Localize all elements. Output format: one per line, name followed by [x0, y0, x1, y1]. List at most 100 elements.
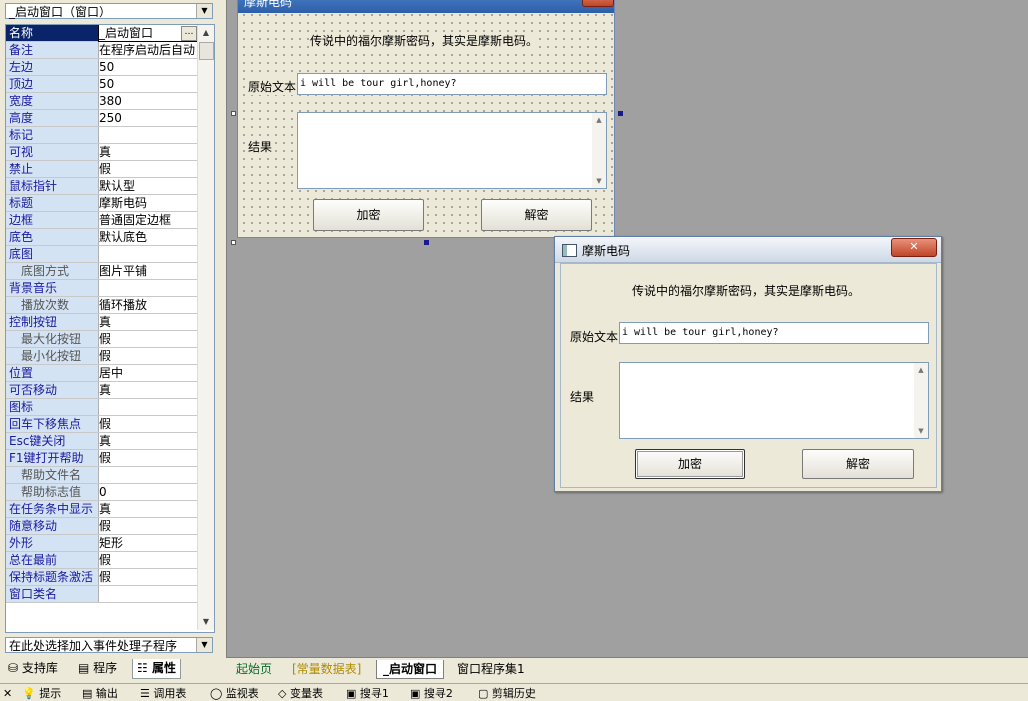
decrypt-button[interactable]: 解密 [802, 449, 914, 479]
design-form[interactable]: 摩斯电码 ✕ 传说中的福尔摩斯密码，其实是摩斯电码。 原始文本 i will b… [237, 0, 615, 238]
run-window[interactable]: 摩斯电码 ✕ 传说中的福尔摩斯密码，其实是摩斯电码。 原始文本 i will b… [554, 236, 942, 492]
scroll-down-icon[interactable]: ▼ [914, 424, 928, 438]
tab-constant-table[interactable]: [常量数据表] [286, 660, 367, 678]
tab-startup-window[interactable]: _启动窗口 [376, 660, 445, 679]
property-value[interactable]: 假 [99, 450, 197, 466]
property-row[interactable]: 最小化按钮假 [6, 348, 197, 365]
property-value[interactable]: 50 [99, 59, 197, 75]
property-row[interactable]: 播放次数 循环播放 [6, 297, 197, 314]
design-form-titlebar[interactable]: 摩斯电码 ✕ [238, 0, 614, 13]
tab-support-library[interactable]: ⛁ 支持库 [4, 659, 62, 678]
property-value[interactable]: 居中 [99, 365, 197, 381]
scroll-down-icon[interactable]: ▼ [592, 174, 606, 188]
property-value[interactable]: 普通固定边框 [99, 212, 197, 228]
property-value[interactable]: 0 [99, 484, 197, 500]
property-value[interactable]: 假 [99, 416, 197, 432]
property-value[interactable]: 循环播放 [99, 297, 197, 313]
property-value[interactable]: 380 [99, 93, 197, 109]
property-row[interactable]: 背景音乐 [6, 280, 197, 297]
property-row[interactable]: 图标 [6, 399, 197, 416]
property-row[interactable]: 在任务条中显示真 [6, 501, 197, 518]
object-selector[interactable]: _启动窗口（窗口） ▼ [5, 3, 213, 19]
property-value[interactable] [99, 467, 197, 483]
property-row[interactable]: 可视真 [6, 144, 197, 161]
tab-clip-history[interactable]: ▢ 剪辑历史 [478, 686, 536, 701]
tab-search-1[interactable]: ▣ 搜寻1 [346, 686, 389, 701]
result-scrollbar[interactable]: ▲ ▼ [914, 363, 928, 438]
result-textarea[interactable]: ▲ ▼ [297, 112, 607, 189]
event-selector[interactable]: 在此处选择加入事件处理子程序 ▼ [5, 637, 213, 653]
result-label[interactable]: 结果 [248, 138, 273, 155]
property-value[interactable] [99, 586, 197, 602]
property-row[interactable]: 可否移动真 [6, 382, 197, 399]
encrypt-button[interactable]: 加密 [313, 199, 424, 231]
property-value[interactable]: 真 [99, 433, 197, 449]
property-row[interactable]: 帮助标志值 0 [6, 484, 197, 501]
close-icon[interactable]: ✕ [582, 0, 614, 7]
tab-variables[interactable]: ◇ 变量表 [278, 686, 323, 701]
property-row[interactable]: 最大化按钮假 [6, 331, 197, 348]
property-value[interactable]: 真 [99, 501, 197, 517]
result-textarea[interactable]: ▲ ▼ [619, 362, 929, 439]
property-row[interactable]: 标记 [6, 127, 197, 144]
property-row[interactable]: 总在最前假 [6, 552, 197, 569]
scroll-thumb[interactable] [199, 42, 214, 60]
tab-search-2[interactable]: ▣ 搜寻2 [410, 686, 453, 701]
property-value[interactable] [99, 399, 197, 415]
scroll-up-icon[interactable]: ▲ [914, 363, 928, 377]
property-value[interactable]: 假 [99, 518, 197, 534]
property-row[interactable]: 底图 [6, 246, 197, 263]
property-value[interactable]: 假 [99, 331, 197, 347]
property-value[interactable]: 真 [99, 144, 197, 160]
property-value[interactable]: 默认型 [99, 178, 197, 194]
tab-start-page[interactable]: 起始页 [230, 660, 278, 678]
source-text-input[interactable]: i will be tour girl,honey? [297, 73, 607, 95]
tab-tips[interactable]: 💡 提示 [22, 686, 61, 701]
property-value[interactable]: 假 [99, 161, 197, 177]
property-row[interactable]: 帮助文件名 [6, 467, 197, 484]
property-value[interactable] [99, 280, 197, 296]
property-value[interactable]: 默认底色 [99, 229, 197, 245]
property-row[interactable]: 顶边 50 [6, 76, 197, 93]
property-row[interactable]: F1键打开帮助假 [6, 450, 197, 467]
property-row[interactable]: 鼠标指针 默认型 [6, 178, 197, 195]
scroll-up-icon[interactable]: ▲ [198, 25, 214, 41]
property-row[interactable]: 底色 默认底色 [6, 229, 197, 246]
property-value[interactable]: 50 [99, 76, 197, 92]
tab-properties[interactable]: ☷ 属性 [132, 659, 181, 679]
resize-handle[interactable] [618, 111, 623, 116]
tab-window-assembly[interactable]: 窗口程序集1 [451, 660, 531, 678]
decrypt-button[interactable]: 解密 [481, 199, 592, 231]
property-row[interactable]: 禁止假 [6, 161, 197, 178]
property-value[interactable]: 假 [99, 569, 197, 585]
property-row[interactable]: 标题 摩斯电码 [6, 195, 197, 212]
tab-call-stack[interactable]: ☰ 调用表 [140, 686, 186, 701]
source-text-input[interactable]: i will be tour girl,honey? [619, 322, 929, 344]
close-icon[interactable]: ✕ [891, 238, 937, 257]
property-row[interactable]: 备注 在程序启动后自动 [6, 42, 197, 59]
property-value[interactable]: 真 [99, 382, 197, 398]
result-scrollbar[interactable]: ▲ ▼ [592, 113, 606, 188]
property-row[interactable]: 回车下移焦点假 [6, 416, 197, 433]
property-row[interactable]: 外形 矩形 [6, 535, 197, 552]
property-row[interactable]: 名称 _启动窗口… [6, 25, 198, 42]
chevron-down-icon[interactable]: ▼ [196, 4, 212, 18]
encrypt-button[interactable]: 加密 [635, 449, 745, 479]
property-value[interactable] [99, 246, 197, 262]
input-label[interactable]: 原始文本 [248, 78, 297, 95]
property-row[interactable]: 左边 50 [6, 59, 197, 76]
property-row[interactable]: 宽度 380 [6, 93, 197, 110]
property-value[interactable]: 矩形 [99, 535, 197, 551]
property-value[interactable] [99, 127, 197, 143]
close-icon[interactable]: ✕ [3, 686, 12, 701]
tab-watch[interactable]: ◯ 监视表 [210, 686, 259, 701]
property-value[interactable]: 假 [99, 348, 197, 364]
property-row[interactable]: 保持标题条激活假 [6, 569, 197, 586]
property-value[interactable]: 在程序启动后自动 [99, 42, 197, 58]
scroll-down-icon[interactable]: ▼ [198, 614, 214, 630]
chevron-down-icon[interactable]: ▼ [196, 638, 212, 652]
property-value[interactable]: 图片平铺 [99, 263, 197, 279]
caption-label[interactable]: 传说中的福尔摩斯密码，其实是摩斯电码。 [310, 32, 539, 49]
tab-output[interactable]: ▤ 输出 [82, 686, 118, 701]
property-row[interactable]: 底图方式 图片平铺 [6, 263, 197, 280]
